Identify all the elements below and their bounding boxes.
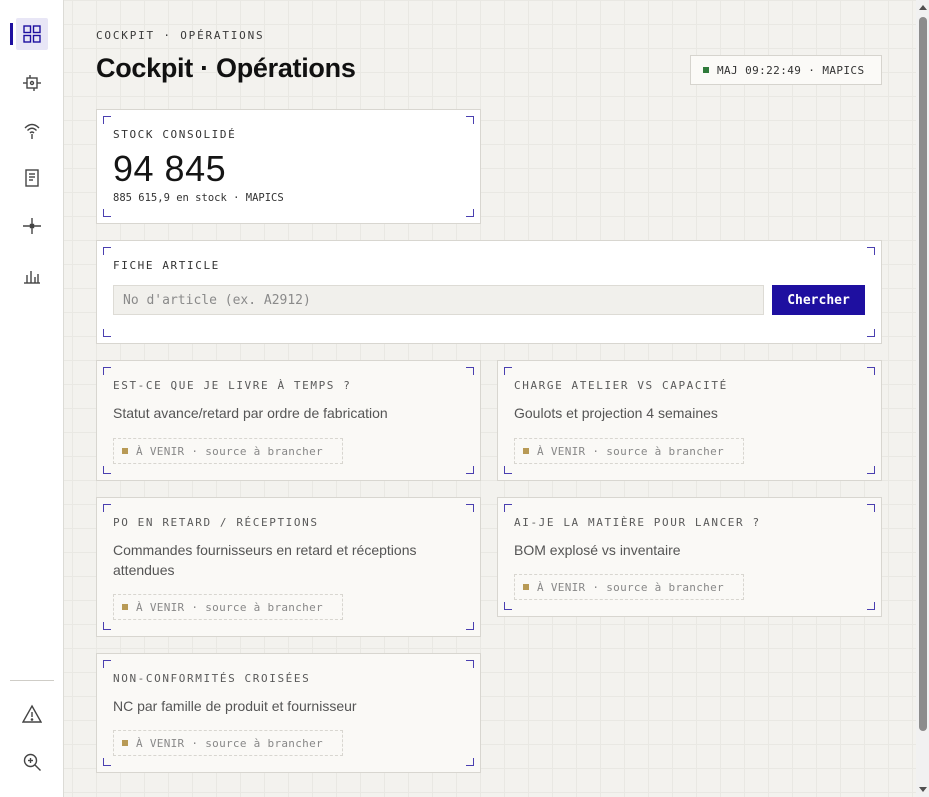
pending-text: À VENIR · source à brancher [136,736,323,750]
document-icon [25,169,39,187]
corner-mark [867,247,875,255]
vertical-scrollbar[interactable] [916,0,929,797]
zoom-icon [23,753,41,771]
stock-subtext: 885 615,9 en stock · MAPICS [113,192,284,204]
corner-mark [504,367,512,375]
corner-mark [103,504,111,512]
corner-mark [867,329,875,337]
crosshair-icon [23,218,41,234]
corner-mark [103,116,111,124]
article-search-input[interactable] [113,285,764,315]
page-eyebrow: COCKPIT · OPÉRATIONS [96,29,265,42]
article-search-card: FICHE ARTICLE Chercher [96,240,882,344]
nav-machines[interactable] [16,67,48,99]
scroll-up-icon[interactable] [919,5,927,10]
corner-mark [103,367,111,375]
corner-mark [504,466,512,474]
corner-mark [103,660,111,668]
card-material-availability: AI-JE LA MATIÈRE POUR LANCER ? BOM explo… [497,497,882,617]
card-workshop-load: CHARGE ATELIER VS CAPACITÉ Goulots et pr… [497,360,882,481]
nav-signal[interactable] [16,114,48,146]
card-title: CHARGE ATELIER VS CAPACITÉ [514,379,728,392]
corner-mark [466,367,474,375]
card-title: PO EN RETARD / RÉCEPTIONS [113,516,319,529]
warning-icon [22,704,42,723]
pending-dot [122,604,128,610]
corner-mark [103,209,111,217]
search-button[interactable]: Chercher [772,285,865,315]
pending-badge: À VENIR · source à brancher [113,594,343,620]
corner-mark [466,622,474,630]
card-delivery-on-time: EST-CE QUE JE LIVRE À TEMPS ? Statut ava… [96,360,481,481]
nav-search[interactable] [16,746,48,778]
pending-dot [122,740,128,746]
nav-active-indicator [10,23,13,45]
sidebar [0,0,64,797]
scrollbar-thumb[interactable] [919,17,927,731]
corner-mark [103,329,111,337]
card-title: AI-JE LA MATIÈRE POUR LANCER ? [514,516,761,529]
nav-dashboard[interactable] [16,18,48,50]
scroll-down-icon[interactable] [919,787,927,792]
card-description: Goulots et projection 4 semaines [514,405,718,421]
pending-badge: À VENIR · source à brancher [514,438,744,464]
pending-badge: À VENIR · source à brancher [514,574,744,600]
pending-dot [523,448,529,454]
card-title: EST-CE QUE JE LIVRE À TEMPS ? [113,379,352,392]
bar-chart-icon [24,271,40,284]
status-dot [703,67,709,73]
pending-text: À VENIR · source à brancher [537,444,724,458]
nav-alerts[interactable] [16,698,48,730]
corner-mark [466,209,474,217]
pending-text: À VENIR · source à brancher [136,600,323,614]
corner-mark [466,758,474,766]
page-title: Cockpit · Opérations [96,53,356,83]
nav-target[interactable] [16,210,48,242]
card-description: Commandes fournisseurs en retard et réce… [113,542,417,578]
stock-value: 94 845 [113,148,227,189]
corner-mark [466,504,474,512]
corner-mark [867,367,875,375]
corner-mark [466,116,474,124]
status-badge: MAJ 09:22:49 · MAPICS [690,55,882,85]
pending-dot [523,584,529,590]
corner-mark [103,622,111,630]
article-label: FICHE ARTICLE [113,259,220,272]
nav-reports[interactable] [16,259,48,291]
dashboard-grid-icon [23,25,41,43]
corner-mark [867,602,875,610]
corner-mark [103,466,111,474]
stock-label: STOCK CONSOLIDÉ [113,128,237,141]
corner-mark [466,660,474,668]
card-non-conformities: NON-CONFORMITÉS CROISÉES NC par famille … [96,653,481,773]
card-description: BOM explosé vs inventaire [514,542,681,558]
corner-mark [867,504,875,512]
pending-dot [122,448,128,454]
corner-mark [103,247,111,255]
card-description: NC par famille de produit et fournisseur [113,698,357,714]
corner-mark [504,504,512,512]
corner-mark [466,466,474,474]
corner-mark [103,758,111,766]
pending-text: À VENIR · source à brancher [136,444,323,458]
nav-documents[interactable] [16,162,48,194]
pending-badge: À VENIR · source à brancher [113,730,343,756]
pending-text: À VENIR · source à brancher [537,580,724,594]
pending-badge: À VENIR · source à brancher [113,438,343,464]
signal-icon [24,123,40,139]
stock-card: STOCK CONSOLIDÉ 94 845 885 615,9 en stoc… [96,109,481,224]
main-content: COCKPIT · OPÉRATIONS Cockpit · Opération… [64,0,916,797]
card-late-po: PO EN RETARD / RÉCEPTIONS Commandes four… [96,497,481,637]
sidebar-divider [10,680,54,681]
status-text: MAJ 09:22:49 · MAPICS [717,63,865,77]
card-description: Statut avance/retard par ordre de fabric… [113,405,388,421]
machine-icon [23,75,41,91]
card-title: NON-CONFORMITÉS CROISÉES [113,672,311,685]
corner-mark [504,602,512,610]
corner-mark [867,466,875,474]
